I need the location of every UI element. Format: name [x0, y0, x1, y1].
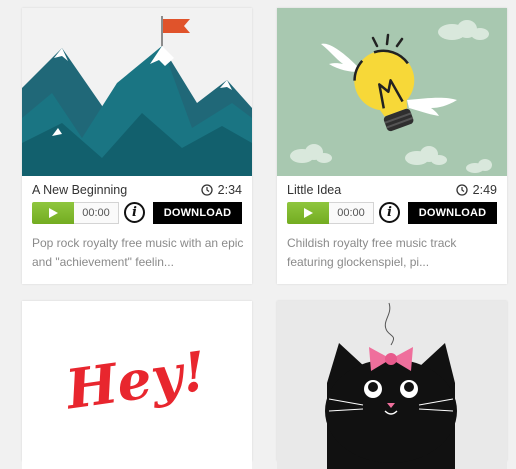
duration: 2:34 [201, 183, 242, 197]
card-meta: Little Idea 2:49 00:00 i DOWNLOAD Childi… [277, 176, 507, 284]
info-icon[interactable]: i [379, 202, 400, 223]
player: 00:00 i DOWNLOAD [287, 202, 497, 224]
clock-icon [201, 184, 213, 196]
title-row: Little Idea 2:49 [287, 182, 497, 198]
play-button[interactable] [287, 202, 329, 224]
info-icon[interactable]: i [124, 202, 145, 223]
light-bulb-illustration [277, 8, 507, 176]
hey-lettering-illustration: Hey! [22, 301, 252, 469]
music-card-a-new-beginning: A New Beginning 2:34 00:00 i DOWNLOAD Po… [22, 8, 252, 284]
card-meta: A New Beginning 2:34 00:00 i DOWNLOAD Po… [22, 176, 252, 284]
duration-text: 2:34 [217, 183, 242, 197]
play-icon [49, 208, 58, 218]
thumbnail-cat[interactable] [277, 301, 507, 469]
duration: 2:49 [456, 183, 497, 197]
track-title[interactable]: A New Beginning [32, 183, 127, 197]
time-display: 00:00 [74, 202, 119, 224]
clock-icon [456, 184, 468, 196]
duration-text: 2:49 [472, 183, 497, 197]
thumbnail-light-bulb[interactable] [277, 8, 507, 176]
title-row: A New Beginning 2:34 [32, 182, 242, 198]
thumbnail-mountains[interactable] [22, 8, 252, 176]
download-button[interactable]: DOWNLOAD [408, 202, 497, 224]
time-display: 00:00 [329, 202, 374, 224]
black-cat-illustration [277, 301, 507, 469]
play-icon [304, 208, 313, 218]
play-button[interactable] [32, 202, 74, 224]
track-description: Pop rock royalty free music with an epic… [32, 236, 244, 269]
track-title[interactable]: Little Idea [287, 183, 341, 197]
music-card-cat [277, 301, 507, 469]
player: 00:00 i DOWNLOAD [32, 202, 242, 224]
download-button[interactable]: DOWNLOAD [153, 202, 242, 224]
music-card-hey: Hey! [22, 301, 252, 469]
music-card-little-idea: Little Idea 2:49 00:00 i DOWNLOAD Childi… [277, 8, 507, 284]
thumbnail-hey[interactable]: Hey! [22, 301, 252, 469]
mountains-illustration [22, 8, 252, 176]
track-description: Childish royalty free music track featur… [287, 236, 457, 269]
